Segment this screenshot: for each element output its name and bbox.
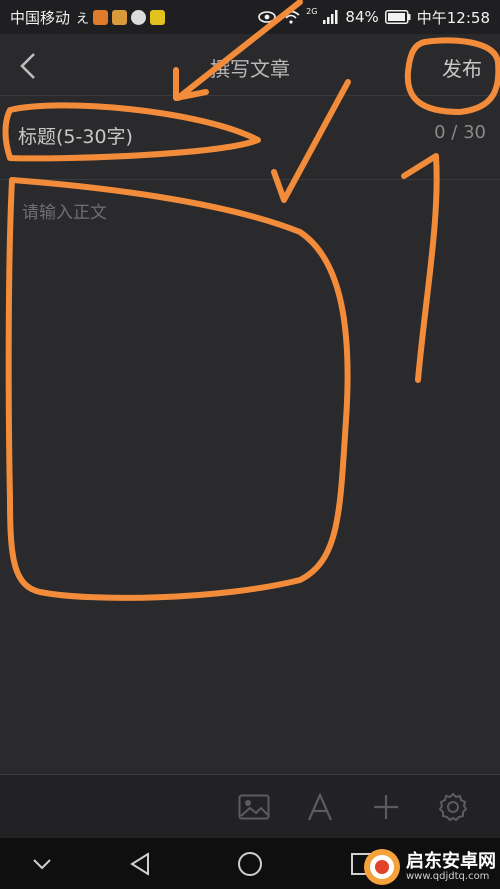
image-icon — [238, 794, 270, 820]
back-triangle-icon — [130, 852, 149, 876]
page-title: 撰写文章 — [210, 57, 290, 81]
app-icon-gold — [112, 9, 128, 25]
settings-icon — [438, 792, 468, 822]
home-circle-icon — [238, 852, 262, 876]
chat-bubble-icon — [131, 9, 147, 25]
wifi-icon — [282, 10, 300, 24]
insert-image-button[interactable] — [236, 789, 272, 825]
nav-back-button[interactable] — [124, 848, 156, 880]
battery-icon — [384, 10, 411, 24]
watermark-title: 启东安卓网 — [406, 850, 496, 872]
carrier-label: 中国移动 — [10, 8, 71, 27]
app-icon-orange — [93, 9, 109, 25]
app-header: 撰写文章 发布 — [0, 34, 500, 96]
editor-toolbar — [0, 774, 500, 838]
publish-button[interactable]: 发布 — [442, 53, 482, 82]
app-icon-yellow — [150, 9, 166, 25]
chevron-down-icon — [33, 859, 51, 870]
title-input[interactable] — [16, 118, 400, 156]
hide-nav-button[interactable] — [26, 848, 58, 880]
battery-percent: 84% — [345, 8, 379, 26]
title-char-counter: 0 / 30 — [434, 122, 486, 143]
eye-icon — [258, 11, 276, 23]
alipay-icon: え — [76, 11, 90, 27]
network-badge: 2G — [306, 6, 318, 16]
watermark-logo-icon — [364, 849, 400, 885]
status-bar: 中国移动 え 2G 84% 中午12:58 — [0, 0, 500, 34]
nav-home-button[interactable] — [234, 848, 266, 880]
text-format-button[interactable] — [302, 789, 338, 825]
watermark-url: www.qdjdtq.com — [406, 871, 490, 883]
add-icon — [374, 795, 398, 819]
app-notification-icons: え — [76, 8, 166, 27]
signal-icon — [323, 10, 338, 24]
text-format-icon — [307, 793, 333, 821]
body-input[interactable] — [20, 196, 484, 760]
settings-button[interactable] — [435, 789, 471, 825]
add-button[interactable] — [368, 789, 404, 825]
title-row: 0 / 30 — [0, 96, 500, 180]
clock: 中午12:58 — [416, 8, 490, 27]
watermark: 启东安卓网 www.qdjdtq.com — [362, 847, 496, 887]
